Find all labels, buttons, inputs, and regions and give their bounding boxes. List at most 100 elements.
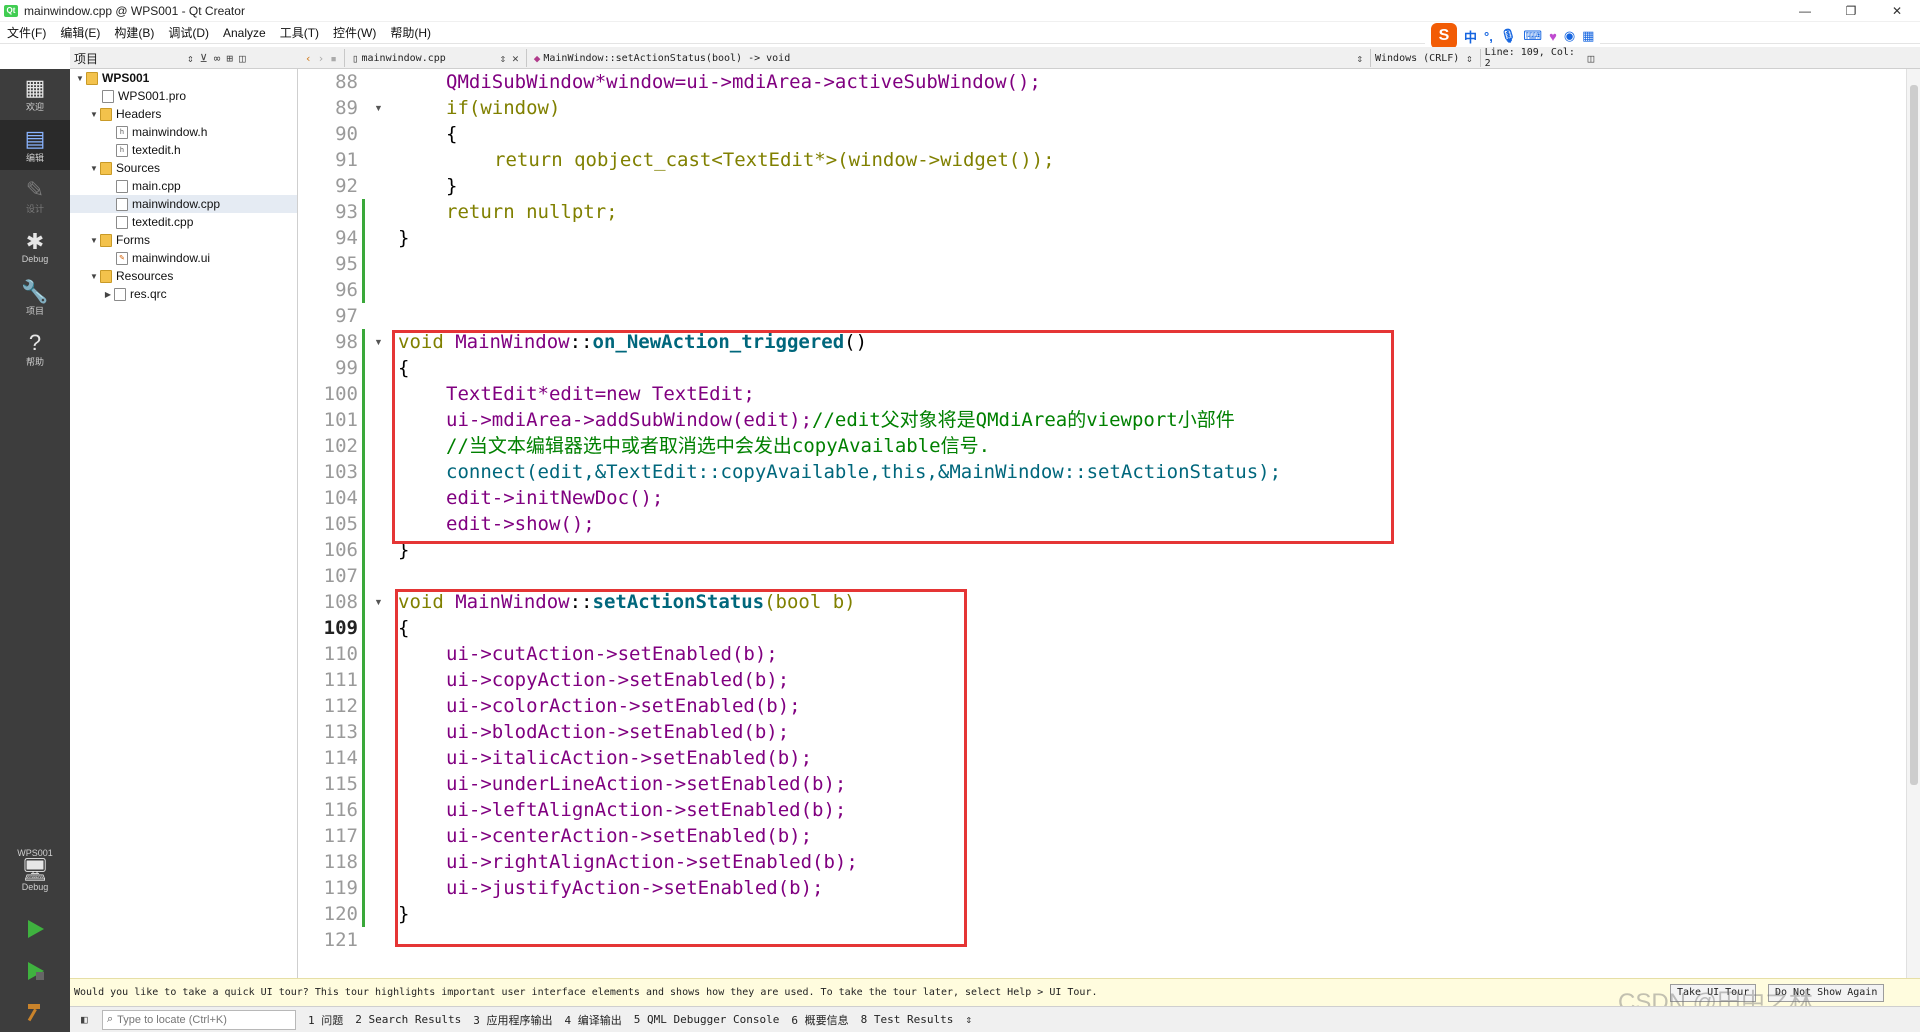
tree-item-mainwindow-cpp[interactable]: mainwindow.cpp: [70, 195, 297, 213]
output-tab-general-messages[interactable]: 6 概要信息: [791, 1012, 848, 1028]
run-button[interactable]: [0, 911, 70, 947]
menu-debug[interactable]: 调试(D): [161, 22, 216, 44]
split-editor-icon[interactable]: ◫: [1588, 52, 1595, 65]
tree-item-label: res.qrc: [130, 287, 167, 301]
fold-marker-icon[interactable]: ▼: [374, 95, 384, 121]
tree-item-resources[interactable]: ▼ Resources: [70, 267, 297, 285]
expanded-arrow-icon[interactable]: ▼: [88, 236, 100, 245]
menu-help[interactable]: 帮助(H): [383, 22, 438, 44]
mode-debug[interactable]: ✱ Debug: [0, 222, 70, 272]
output-tab-test-results[interactable]: 8 Test Results: [861, 1013, 954, 1026]
tree-item-label: mainwindow.ui: [132, 251, 211, 265]
split-icon[interactable]: ⊞: [226, 52, 233, 65]
toggle-sidebar-icon[interactable]: ◧: [81, 1013, 88, 1026]
gamepad-icon[interactable]: ◉: [1564, 28, 1575, 44]
fold-marker-icon[interactable]: ▼: [374, 329, 384, 355]
build-button[interactable]: [0, 994, 70, 1030]
output-tab-search-results[interactable]: 2 Search Results: [355, 1013, 461, 1026]
mode-design[interactable]: ✎ 设计: [0, 171, 70, 221]
menu-tools[interactable]: 工具(T): [273, 22, 326, 44]
mode-edit[interactable]: ▤ 编辑: [0, 120, 70, 170]
ime-mode-toggle[interactable]: 中: [1464, 27, 1477, 46]
mode-help[interactable]: ? 帮助: [0, 324, 70, 374]
menu-controls[interactable]: 控件(W): [326, 22, 383, 44]
locator-input[interactable]: ⌕ Type to locate (Ctrl+K): [102, 1009, 296, 1030]
tree-item-label: Headers: [116, 107, 162, 121]
output-tab-application-output[interactable]: 3 应用程序输出: [473, 1012, 552, 1028]
expanded-arrow-icon[interactable]: ▼: [88, 164, 100, 173]
kit-selector[interactable]: WPS001 🖥 Debug: [0, 830, 70, 910]
filter-icon[interactable]: ⊻: [200, 52, 208, 65]
line-number: 91: [335, 149, 358, 171]
sogou-logo-icon[interactable]: S: [1431, 23, 1457, 49]
output-tab-qml-debugger[interactable]: 5 QML Debugger Console: [634, 1013, 780, 1026]
menu-file[interactable]: 文件(F): [0, 22, 53, 44]
tree-item-textedit-cpp[interactable]: textedit.cpp: [70, 213, 297, 231]
help-question-icon: ?: [28, 329, 42, 355]
sort-updown-icon[interactable]: ⇕: [187, 52, 194, 65]
more-tabs-arrows-icon[interactable]: ⇕: [965, 1013, 972, 1026]
menu-build[interactable]: 构建(B): [107, 22, 161, 44]
expanded-arrow-icon[interactable]: ▼: [88, 272, 100, 281]
punctuation-icon[interactable]: °,: [1484, 29, 1493, 44]
tree-item-main-cpp[interactable]: main.cpp: [70, 177, 297, 195]
tree-item-mainwindow-h[interactable]: h mainwindow.h: [70, 123, 297, 141]
scrollbar-thumb[interactable]: [1910, 85, 1918, 785]
tree-item-textedit-h[interactable]: h textedit.h: [70, 141, 297, 159]
dropdown-arrows-icon[interactable]: ⇕: [1466, 52, 1473, 65]
cursor-position[interactable]: Line: 109, Col: 2: [1485, 47, 1585, 69]
tree-item-project[interactable]: ▼ WPS001: [70, 69, 297, 87]
code-text: {: [446, 123, 458, 145]
dropdown-arrows-icon[interactable]: ⇕: [1356, 52, 1363, 65]
microphone-icon[interactable]: 🎙: [1500, 28, 1517, 44]
project-view-selector[interactable]: 项目: [74, 50, 184, 67]
line-ending-selector[interactable]: Windows (CRLF): [1375, 53, 1463, 64]
back-arrow-icon[interactable]: ‹: [305, 52, 312, 65]
tree-item-headers[interactable]: ▼ Headers: [70, 105, 297, 123]
highlight-box-set-action-status: [395, 589, 967, 947]
symbol-selector[interactable]: MainWindow::setActionStatus(bool) -> voi…: [543, 53, 1353, 64]
tree-item-res-qrc[interactable]: ▶ res.qrc: [70, 285, 297, 303]
tree-item-label: mainwindow.cpp: [132, 197, 221, 211]
forward-arrow-icon[interactable]: ›: [318, 52, 325, 65]
code-text: }: [398, 227, 410, 249]
link-icon[interactable]: ∞: [214, 52, 221, 65]
fold-marker-icon[interactable]: ▼: [374, 589, 384, 615]
window-title: mainwindow.cpp @ WPS001 - Qt Creator: [24, 3, 245, 18]
line-number: 116: [323, 799, 358, 821]
tree-item-mainwindow-ui[interactable]: ✎ mainwindow.ui: [70, 249, 297, 267]
tree-item-pro-file[interactable]: WPS001.pro: [70, 87, 297, 105]
mode-welcome[interactable]: ▦ 欢迎: [0, 69, 70, 119]
open-document-selector[interactable]: mainwindow.cpp: [362, 53, 497, 64]
mode-projects[interactable]: 🔧 项目: [0, 273, 70, 323]
qt-project-icon: [86, 71, 98, 85]
close-button[interactable]: ✕: [1874, 0, 1920, 22]
close-document-icon[interactable]: ✕: [512, 52, 519, 65]
skin-icon[interactable]: ♥: [1549, 29, 1557, 44]
line-number: 113: [323, 721, 358, 743]
output-tab-compile-output[interactable]: 4 编译输出: [564, 1012, 621, 1028]
debug-run-button[interactable]: [0, 953, 70, 989]
toolbox-icon[interactable]: ▦: [1582, 28, 1594, 44]
expanded-arrow-icon[interactable]: ▼: [74, 74, 86, 83]
menu-edit[interactable]: 编辑(E): [53, 22, 107, 44]
output-tab-issues[interactable]: 1 问题: [308, 1012, 343, 1028]
editor-vertical-scrollbar[interactable]: [1906, 69, 1920, 978]
line-number: 107: [323, 565, 358, 587]
tree-item-forms[interactable]: ▼ Forms: [70, 231, 297, 249]
menu-analyze[interactable]: Analyze: [216, 22, 273, 44]
dropdown-arrows-icon[interactable]: ⇕: [500, 52, 507, 65]
code-editor[interactable]: 88 89 90 91 92 93 94 95 96 97 98 99 100 …: [298, 69, 1906, 978]
tree-item-sources[interactable]: ▼ Sources: [70, 159, 297, 177]
expanded-arrow-icon[interactable]: ▼: [88, 110, 100, 119]
code-line-88: QMdiSubWindow*window=ui->mdiArea->active…: [446, 69, 1041, 95]
line-number: 103: [323, 461, 358, 483]
restore-button[interactable]: ❐: [1828, 0, 1874, 22]
keyboard-icon[interactable]: ⌨: [1523, 28, 1542, 44]
close-pane-icon[interactable]: ◫: [239, 52, 246, 65]
minimize-button[interactable]: —: [1782, 0, 1828, 22]
menu-bar: 文件(F) 编辑(E) 构建(B) 调试(D) Analyze 工具(T) 控件…: [0, 22, 1920, 44]
collapsed-arrow-icon[interactable]: ▶: [102, 290, 114, 299]
code-line-94: }: [398, 225, 409, 251]
wrench-icon: 🔧: [21, 278, 49, 304]
